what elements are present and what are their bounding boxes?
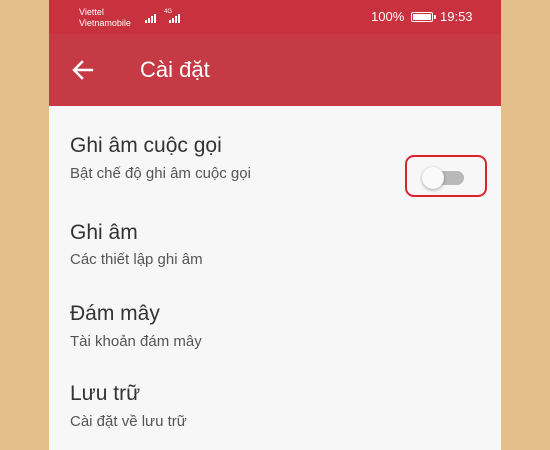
setting-subtitle: Tài khoản đám mây [70,333,202,350]
back-button[interactable] [67,54,99,86]
clock: 19:53 [440,9,473,24]
setting-title: Lưu trữ [70,382,141,405]
setting-subtitle: Các thiết lập ghi âm [70,251,203,268]
setting-item-storage[interactable]: Lưu trữ Cài đặt về lưu trữ [49,370,501,450]
battery-icon [411,12,436,22]
carrier-name-1: Viettel [79,7,104,17]
signal-strength-icon-2 [169,11,180,23]
setting-title: Ghi âm cuộc gọi [70,134,222,157]
arrow-left-icon [72,60,94,80]
phone-screen: Viettel Vietnamobile 4G 100% 19:53 Cài đ… [49,0,501,450]
setting-item-cloud[interactable]: Đám mây Tài khoản đám mây [49,288,501,372]
setting-title: Đám mây [70,302,160,325]
page-title: Cài đặt [140,57,210,82]
battery-percent: 100% [371,9,405,24]
call-recording-toggle[interactable] [422,167,466,189]
setting-item-recording[interactable]: Ghi âm Các thiết lập ghi âm [49,204,501,288]
setting-subtitle: Bật chế độ ghi âm cuộc gọi [70,165,251,182]
setting-title: Ghi âm [70,221,138,244]
toggle-thumb [422,167,444,189]
battery-fill [413,14,431,20]
carrier-name-2: Vietnamobile [79,18,131,28]
signal-strength-icon-1 [145,11,156,23]
setting-subtitle: Cài đặt về lưu trữ [70,413,187,430]
status-bar: Viettel Vietnamobile 4G 100% 19:53 [49,0,501,34]
app-bar: Cài đặt [49,34,501,106]
